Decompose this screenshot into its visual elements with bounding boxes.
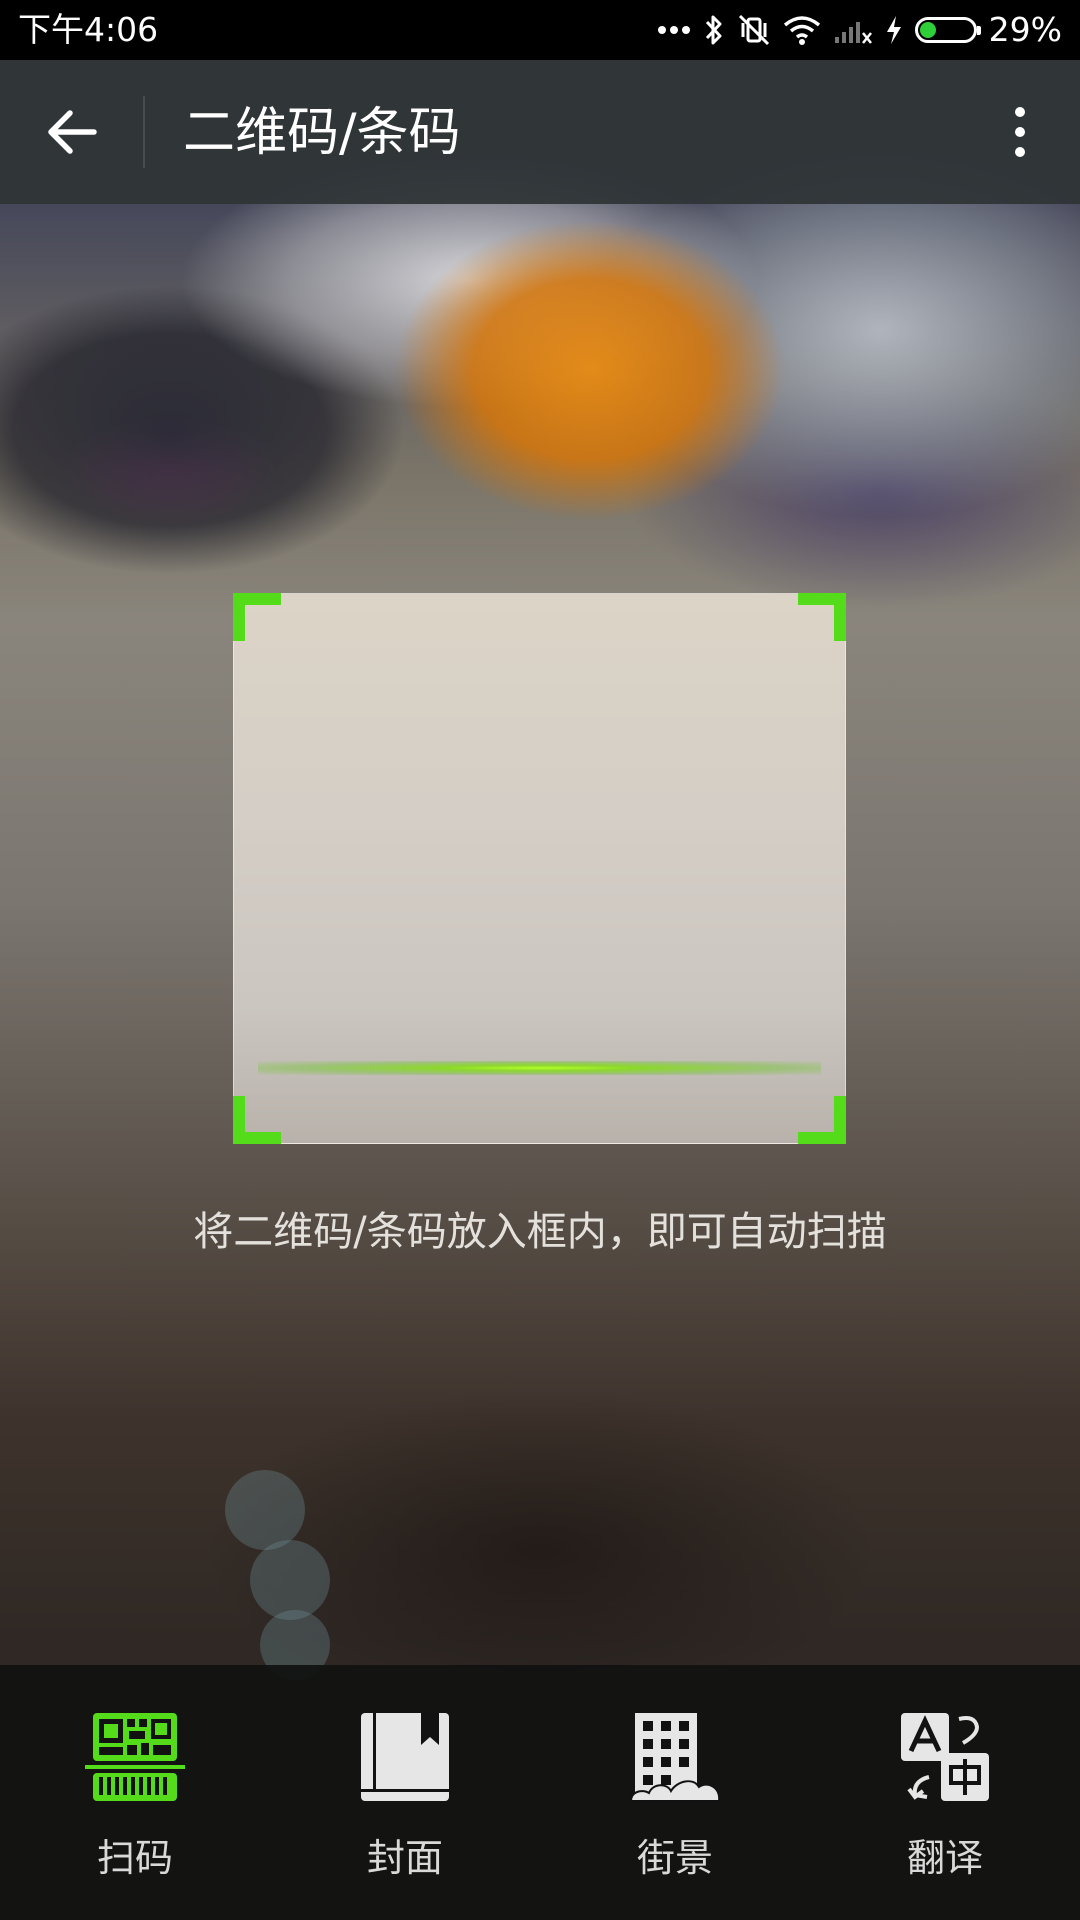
arrow-back-icon bbox=[48, 110, 97, 154]
more-vertical-icon-dot bbox=[1015, 147, 1025, 157]
book-cover-icon bbox=[355, 1707, 455, 1807]
tab-label: 街景 bbox=[636, 1836, 713, 1880]
more-options-button[interactable] bbox=[990, 96, 1050, 168]
tab-label: 翻译 bbox=[906, 1836, 983, 1880]
scan-corner-top-right bbox=[798, 593, 846, 641]
cell-signal-no-service-icon bbox=[833, 8, 873, 52]
back-button[interactable] bbox=[30, 96, 114, 168]
page-title: 二维码/条码 bbox=[183, 103, 461, 163]
bokeh-spot bbox=[250, 1540, 330, 1620]
more-vertical-icon-dot bbox=[1015, 127, 1025, 137]
translate-icon bbox=[895, 1707, 995, 1807]
app-bar-divider bbox=[143, 96, 145, 168]
bokeh-spot bbox=[225, 1470, 305, 1550]
tab-translate[interactable]: 翻译 bbox=[810, 1665, 1080, 1920]
bottom-tab-bar: 扫码 封面 街景 翻译 bbox=[0, 1665, 1080, 1920]
street-view-building-icon bbox=[625, 1707, 725, 1807]
qr-barcode-icon bbox=[85, 1707, 185, 1807]
scan-frame bbox=[233, 593, 846, 1144]
tab-scan-code[interactable]: 扫码 bbox=[0, 1665, 270, 1920]
scan-corner-bottom-right bbox=[798, 1096, 846, 1144]
status-icons: 29% bbox=[657, 8, 1062, 52]
vibrate-off-icon bbox=[737, 8, 771, 52]
bluetooth-icon bbox=[703, 8, 725, 52]
status-time: 下午4:06 bbox=[18, 10, 159, 49]
scan-corner-bottom-left bbox=[233, 1096, 281, 1144]
app-bar: 二维码/条码 bbox=[0, 60, 1080, 204]
battery-icon bbox=[914, 8, 981, 52]
scanner-screen: 下午4:06 29% 二维码/条码 将二维码/条码放入框内，即可自动扫描 扫码 … bbox=[0, 0, 1080, 1920]
status-bar: 下午4:06 29% bbox=[0, 0, 1080, 60]
scan-hint: 将二维码/条码放入框内，即可自动扫描 bbox=[193, 1209, 887, 1255]
scan-line bbox=[258, 1061, 821, 1075]
scan-corner-top-left bbox=[233, 593, 281, 641]
battery-percent: 29% bbox=[988, 10, 1062, 49]
charging-bolt-icon bbox=[885, 8, 903, 52]
tab-street-view[interactable]: 街景 bbox=[540, 1665, 810, 1920]
wifi-icon bbox=[783, 8, 821, 52]
tab-cover[interactable]: 封面 bbox=[270, 1665, 540, 1920]
tab-label: 扫码 bbox=[96, 1836, 173, 1880]
more-vertical-icon-dot bbox=[1015, 107, 1025, 117]
more-dots-icon bbox=[657, 8, 691, 52]
tab-label: 封面 bbox=[366, 1836, 443, 1880]
